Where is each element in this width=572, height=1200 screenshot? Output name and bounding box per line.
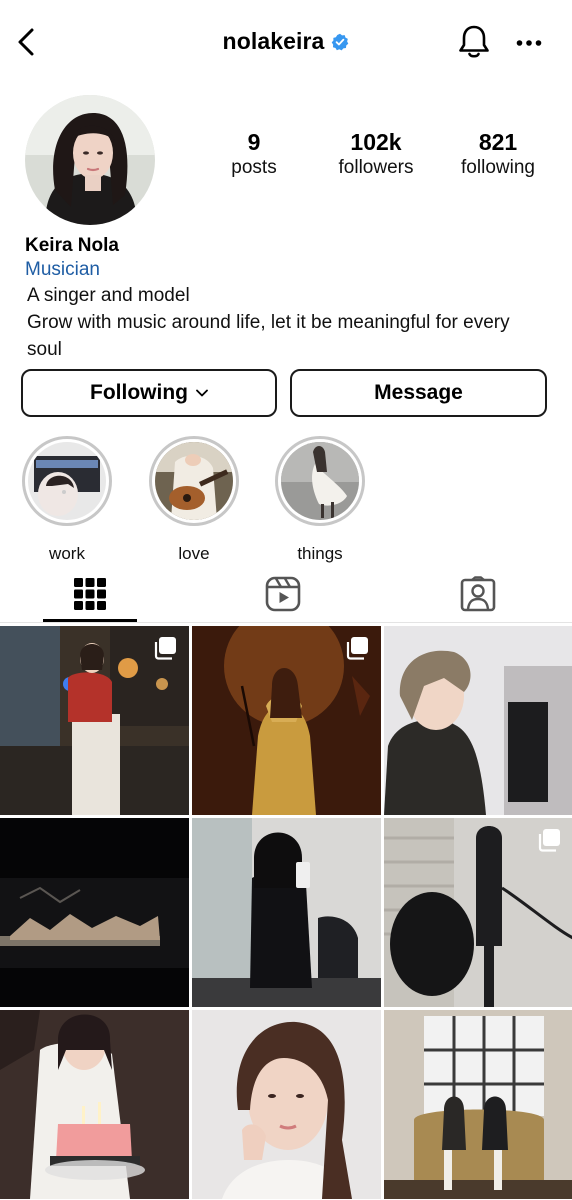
highlight-work[interactable]: work bbox=[22, 436, 112, 564]
bell-icon bbox=[459, 25, 489, 58]
highlight-love[interactable]: love bbox=[149, 436, 239, 564]
chevron-down-icon bbox=[196, 389, 208, 397]
post-thumbnail[interactable] bbox=[384, 818, 572, 1007]
bio-line: Grow with music around life, let it be m… bbox=[27, 312, 510, 333]
following-button[interactable]: Following bbox=[21, 369, 277, 417]
avatar-photo bbox=[25, 95, 155, 225]
notifications-button[interactable] bbox=[455, 22, 493, 62]
post-thumbnail[interactable] bbox=[384, 1010, 572, 1199]
highlight-ring bbox=[275, 436, 365, 526]
post-thumbnail[interactable] bbox=[192, 1010, 381, 1199]
message-button-label: Message bbox=[374, 381, 463, 404]
highlight-ring bbox=[149, 436, 239, 526]
highlight-cover bbox=[155, 442, 233, 520]
profile-avatar[interactable] bbox=[25, 95, 155, 225]
bio-line: A singer and model bbox=[27, 285, 190, 306]
bio-line: soul bbox=[27, 339, 62, 360]
top-bar: nolakeira bbox=[0, 0, 572, 86]
multiple-photos-icon bbox=[537, 828, 561, 857]
username: nolakeira bbox=[222, 28, 325, 54]
highlight-label: love bbox=[178, 544, 210, 563]
stat-posts[interactable]: 9 posts bbox=[225, 128, 283, 180]
verified-badge-icon bbox=[332, 33, 349, 50]
highlight-cover bbox=[28, 442, 106, 520]
more-dots-icon bbox=[516, 40, 542, 46]
post-thumbnail[interactable] bbox=[384, 626, 572, 815]
post-thumbnail[interactable] bbox=[192, 626, 381, 815]
reels-icon bbox=[265, 576, 301, 612]
post-thumbnail[interactable] bbox=[0, 626, 189, 815]
stat-following[interactable]: 821 following bbox=[456, 128, 540, 180]
following-count: 821 bbox=[478, 129, 518, 155]
tab-reels[interactable] bbox=[236, 566, 330, 622]
following-button-label: Following bbox=[90, 381, 188, 404]
posts-count: 9 bbox=[247, 129, 261, 155]
display-name: Keira Nola bbox=[25, 235, 119, 256]
stat-followers[interactable]: 102k followers bbox=[334, 128, 418, 180]
tab-tagged[interactable] bbox=[431, 566, 525, 622]
post-thumbnail[interactable] bbox=[0, 1010, 189, 1199]
highlight-cover bbox=[281, 442, 359, 520]
tab-posts-grid[interactable] bbox=[43, 566, 137, 622]
posts-label: posts bbox=[231, 157, 277, 178]
following-label: following bbox=[461, 157, 535, 178]
highlight-label: work bbox=[49, 544, 85, 563]
more-options-button[interactable] bbox=[512, 28, 546, 58]
followers-count: 102k bbox=[350, 129, 402, 155]
followers-label: followers bbox=[338, 157, 414, 178]
highlight-ring bbox=[22, 436, 112, 526]
multiple-photos-icon bbox=[153, 636, 177, 665]
profile-bio: Keira Nola Musician A singer and model G… bbox=[25, 234, 550, 363]
message-button[interactable]: Message bbox=[290, 369, 547, 417]
tabs-divider bbox=[0, 622, 572, 623]
highlight-things[interactable]: things bbox=[275, 436, 365, 564]
post-thumbnail[interactable] bbox=[192, 818, 381, 1007]
grid-icon bbox=[74, 578, 106, 610]
multiple-photos-icon bbox=[345, 636, 369, 665]
highlight-label: things bbox=[297, 544, 343, 563]
tagged-person-icon bbox=[460, 576, 496, 612]
post-thumbnail[interactable] bbox=[0, 818, 189, 1007]
category-label[interactable]: Musician bbox=[25, 258, 550, 282]
